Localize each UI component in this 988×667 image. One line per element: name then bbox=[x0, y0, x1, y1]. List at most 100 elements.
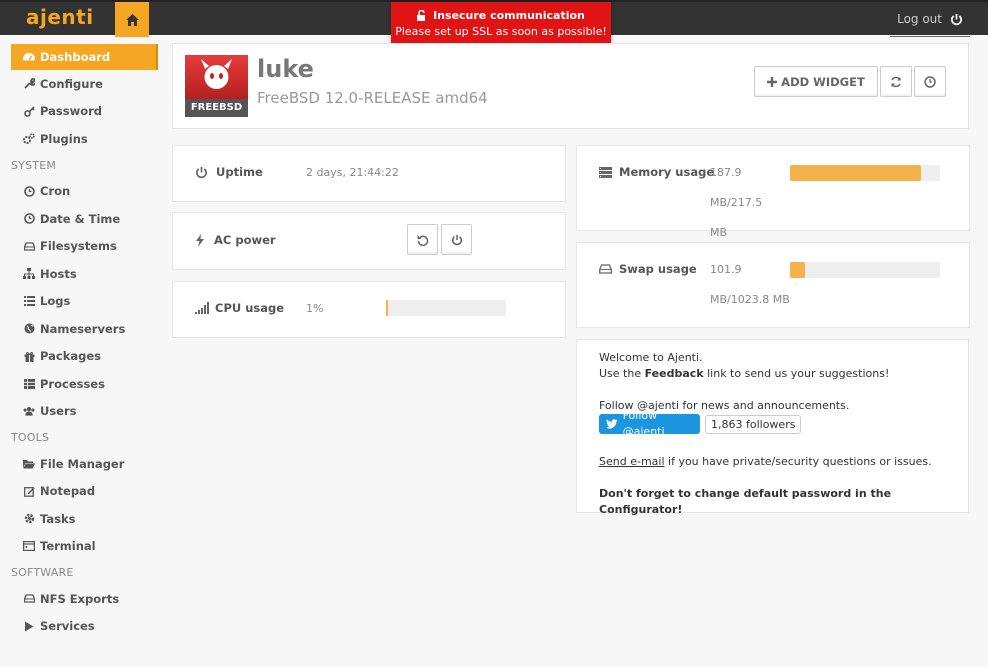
sidebar-item-label: Cron bbox=[40, 184, 71, 199]
sidebar-item-password[interactable]: Password bbox=[11, 98, 158, 126]
sidebar-item-label: Nameservers bbox=[40, 321, 126, 336]
uptime-value: 2 days, 21:44:22 bbox=[306, 166, 399, 179]
cpu-usage-label: CPU usage bbox=[215, 301, 285, 315]
clock-icon bbox=[23, 185, 35, 197]
logout-button[interactable]: Log out bbox=[897, 12, 963, 26]
plus-icon bbox=[767, 76, 778, 87]
home-button[interactable] bbox=[115, 2, 149, 37]
os-logo: FREEBSD bbox=[185, 55, 248, 117]
history-button[interactable] bbox=[914, 66, 946, 97]
ssl-alert: Insecure communication Please set up SSL… bbox=[391, 2, 611, 47]
sidebar-item-terminal[interactable]: Terminal bbox=[11, 533, 158, 561]
memory-usage-label: Memory usage bbox=[619, 165, 715, 179]
sidebar-item-label: Plugins bbox=[40, 131, 88, 146]
add-widget-label: ADD WIDGET bbox=[781, 74, 865, 89]
ac-power-label: AC power bbox=[214, 233, 276, 247]
reboot-button[interactable] bbox=[407, 224, 438, 255]
power-icon bbox=[950, 13, 963, 25]
sidebar-item-cron[interactable]: Cron bbox=[11, 178, 158, 206]
sidebar-item-plugins[interactable]: Plugins bbox=[11, 125, 158, 153]
terminal-icon bbox=[23, 540, 35, 552]
swap-usage-bar-fill bbox=[790, 262, 805, 278]
clock-icon bbox=[23, 213, 35, 225]
twitter-follow-button[interactable]: Follow @ajenti bbox=[599, 409, 700, 438]
sidebar-item-label: Password bbox=[40, 104, 102, 119]
add-widget-button[interactable]: ADD WIDGET bbox=[754, 66, 878, 97]
sidebar-item-dashboard[interactable]: Dashboard bbox=[11, 44, 158, 70]
swap-usage-value-line2: MB/1023.8 MB bbox=[710, 293, 790, 306]
home-icon bbox=[125, 13, 139, 26]
hdd-icon bbox=[23, 240, 35, 252]
email-text: Send e-mail if you have private/security… bbox=[599, 454, 932, 470]
wrench-icon bbox=[23, 78, 35, 90]
cpu-usage-widget: CPU usage 1% bbox=[172, 281, 566, 338]
os-badge: FREEBSD bbox=[185, 99, 248, 117]
sidebar-item-file-manager[interactable]: File Manager bbox=[11, 450, 158, 478]
memory-usage-value: 187.9 MB/217.5 MB bbox=[710, 158, 790, 248]
users-icon bbox=[23, 405, 35, 417]
sidebar-item-label: Services bbox=[40, 619, 95, 634]
dashboard-icon bbox=[23, 51, 35, 63]
cpu-usage-bar bbox=[386, 300, 506, 316]
sidebar-item-hosts[interactable]: Hosts bbox=[11, 260, 158, 288]
sidebar-item-date-time[interactable]: Date & Time bbox=[11, 205, 158, 233]
freebsd-daemon-icon bbox=[201, 59, 232, 89]
swap-usage-value: 101.9 MB/1023.8 MB bbox=[710, 255, 790, 315]
hdd-icon bbox=[23, 593, 35, 605]
followers-count: 1,863 followers bbox=[705, 415, 802, 434]
ac-power-widget: AC power bbox=[172, 212, 566, 270]
play-icon bbox=[23, 620, 35, 632]
swap-usage-widget: Swap usage 101.9 MB/1023.8 MB bbox=[576, 242, 970, 328]
refresh-button[interactable] bbox=[880, 66, 912, 97]
gears-icon bbox=[23, 132, 35, 145]
host-info-panel: FREEBSD luke FreeBSD 12.0-RELEASE amd64 … bbox=[172, 43, 969, 129]
alert-message: Please set up SSL as soon as possible! bbox=[395, 25, 607, 38]
os-name: FreeBSD 12.0-RELEASE amd64 bbox=[257, 89, 488, 107]
memory-usage-widget: Memory usage 187.9 MB/217.5 MB bbox=[576, 145, 970, 239]
host-name: luke bbox=[257, 55, 314, 83]
twitter-follow-label: Follow @ajenti bbox=[622, 409, 665, 438]
sidebar-item-label: Notepad bbox=[40, 484, 96, 499]
feedback-link[interactable]: Feedback bbox=[645, 367, 704, 380]
feedback-pre: Use the bbox=[599, 367, 645, 380]
sidebar-item-nfs-exports[interactable]: NFS Exports bbox=[11, 585, 158, 613]
sidebar-section-tools: TOOLS bbox=[11, 431, 50, 444]
sidebar-item-tasks[interactable]: Tasks bbox=[11, 505, 158, 533]
send-email-link[interactable]: Send e-mail bbox=[599, 455, 665, 468]
sidebar-item-packages[interactable]: Packages bbox=[11, 343, 158, 371]
sidebar-item-configure[interactable]: Configure bbox=[11, 70, 158, 98]
shutdown-button[interactable] bbox=[441, 224, 472, 255]
memory-usage-bar-fill bbox=[790, 165, 921, 181]
app-logo[interactable]: ajenti bbox=[26, 5, 94, 29]
sidebar-item-filesystems[interactable]: Filesystems bbox=[11, 233, 158, 261]
logout-label: Log out bbox=[897, 12, 942, 26]
sidebar-item-label: Packages bbox=[40, 349, 101, 364]
sidebar-item-services[interactable]: Services bbox=[11, 613, 158, 641]
sidebar-item-label: File Manager bbox=[40, 456, 125, 471]
sidebar-item-label: Tasks bbox=[40, 511, 76, 526]
sidebar-item-logs[interactable]: Logs bbox=[11, 288, 158, 316]
key-icon bbox=[23, 105, 35, 117]
unlock-icon bbox=[417, 10, 426, 21]
password-note: Don't forget to change default password … bbox=[599, 487, 892, 516]
sidebar-item-label: Filesystems bbox=[40, 239, 117, 254]
twitter-icon bbox=[606, 419, 618, 429]
clock-icon bbox=[924, 75, 936, 88]
sidebar-item-notepad[interactable]: Notepad bbox=[11, 478, 158, 506]
undo-icon bbox=[417, 234, 428, 246]
swap-usage-bar bbox=[790, 262, 940, 278]
sidebar: Dashboard Configure Password Plugins SYS… bbox=[11, 44, 158, 640]
welcome-widget: Welcome to Ajenti. Use the Feedback link… bbox=[576, 339, 969, 516]
sidebar-item-label: Hosts bbox=[40, 266, 77, 281]
hdd-icon bbox=[599, 264, 612, 274]
memory-usage-bar bbox=[790, 165, 940, 181]
folder-icon bbox=[23, 458, 35, 470]
refresh-icon bbox=[891, 76, 901, 87]
sidebar-item-processes[interactable]: Processes bbox=[11, 370, 158, 398]
welcome-text: Welcome to Ajenti. bbox=[599, 351, 703, 364]
sidebar-item-label: Processes bbox=[40, 376, 105, 391]
sidebar-item-nameservers[interactable]: Nameservers bbox=[11, 315, 158, 343]
uptime-label: Uptime bbox=[216, 165, 263, 179]
sidebar-item-users[interactable]: Users bbox=[11, 398, 158, 426]
sidebar-item-label: Users bbox=[40, 404, 77, 419]
